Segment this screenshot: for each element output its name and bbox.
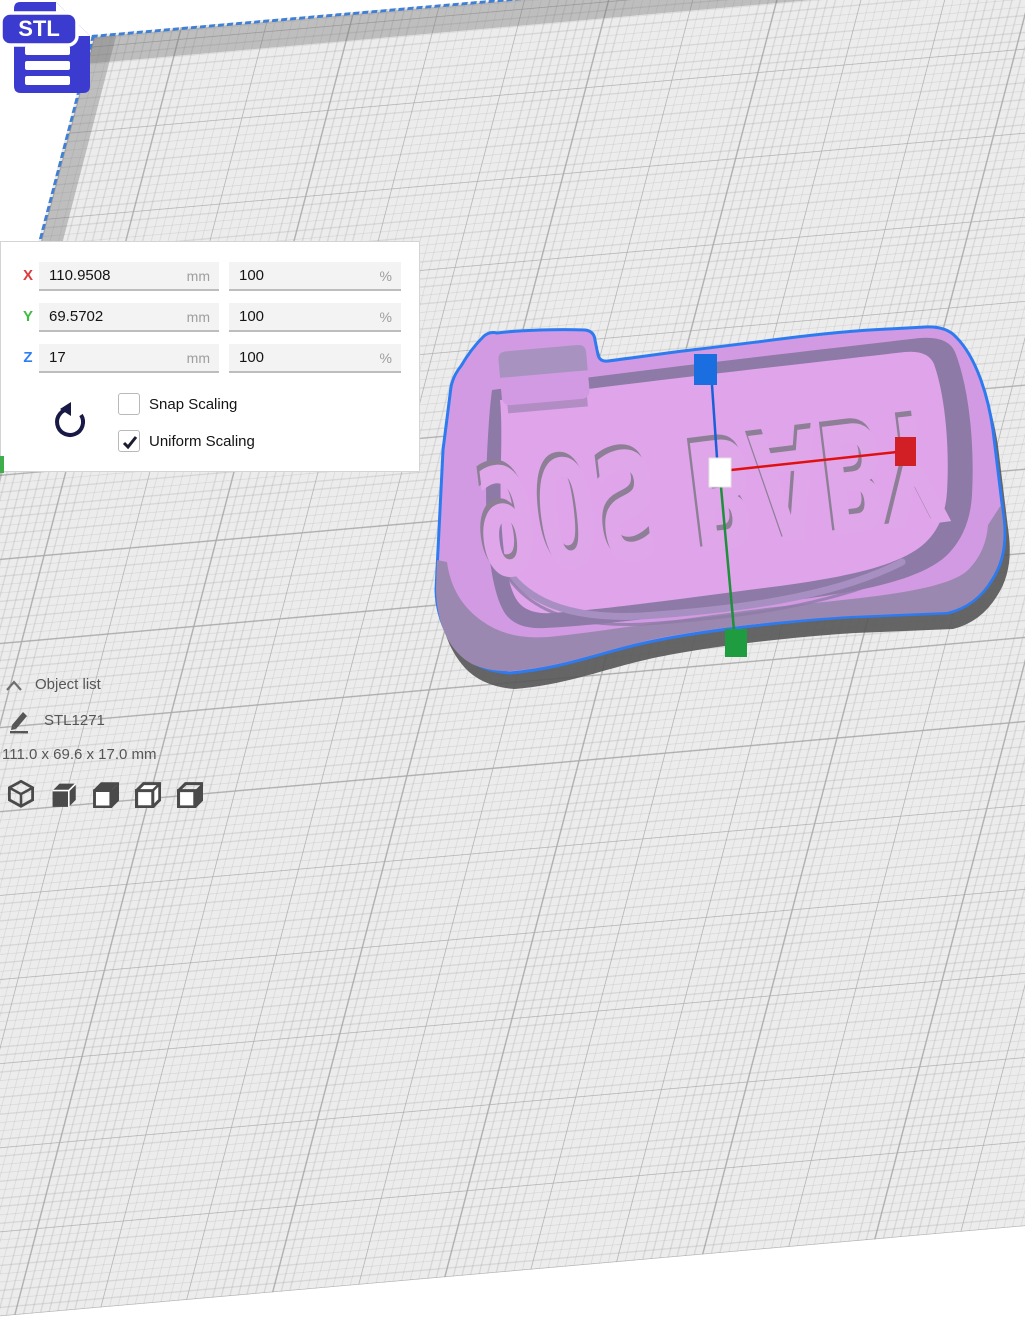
uniform-scaling-checkbox[interactable] [118, 430, 140, 452]
cube-solid-icon [49, 779, 77, 808]
uniform-scaling-label: Uniform Scaling [149, 433, 255, 450]
z-size-input[interactable] [39, 344, 219, 371]
view-3d-button[interactable] [7, 779, 35, 808]
snap-scaling-label: Snap Scaling [149, 396, 237, 413]
reset-scale-button[interactable] [49, 402, 89, 442]
x-size-input[interactable] [39, 262, 219, 289]
scale-handle-y[interactable] [725, 629, 747, 657]
view-left-side-button[interactable] [133, 779, 161, 808]
cube-right-filled-icon [175, 779, 203, 808]
scale-tool-panel: X mm % Y mm % Z mm % [0, 241, 420, 472]
cube-top-filled-icon [91, 779, 119, 808]
y-axis-label: Y [21, 308, 35, 325]
z-percent-input[interactable] [229, 344, 401, 371]
object-list-panel: Object list STL1271 111.0 x 69.6 x 17.0 … [0, 672, 280, 808]
scale-handle-center[interactable] [709, 458, 731, 487]
cube-iso-icon [7, 779, 35, 808]
object-list-title: Object list [35, 676, 101, 693]
object-list-header[interactable]: Object list [0, 672, 280, 698]
checkmark-icon [121, 433, 139, 451]
model-tab [498, 344, 591, 413]
pencil-icon [8, 710, 32, 734]
view-right-side-button[interactable] [175, 779, 203, 808]
cube-outline-icon [133, 779, 161, 808]
origin-axis-marker [0, 456, 4, 473]
z-axis-label: Z [21, 349, 35, 366]
scale-handle-x[interactable] [895, 437, 916, 466]
view-top-button[interactable] [91, 779, 119, 808]
view-front-button[interactable] [49, 779, 77, 808]
stl-badge-label: STL [18, 16, 60, 41]
reset-icon [49, 402, 89, 442]
chevron-up-icon [5, 678, 23, 693]
y-percent-input[interactable] [229, 303, 401, 330]
object-dimensions: 111.0 x 69.6 x 17.0 mm [2, 746, 282, 763]
scale-handle-z[interactable] [694, 354, 717, 385]
snap-scaling-checkbox[interactable] [118, 393, 140, 415]
object-item-name: STL1271 [44, 712, 105, 729]
x-axis-label: X [21, 267, 35, 284]
object-list-item[interactable]: STL1271 [0, 708, 280, 738]
stl-file-icon: STL [0, 0, 100, 100]
x-percent-input[interactable] [229, 262, 401, 289]
camera-view-presets [7, 779, 287, 808]
y-size-input[interactable] [39, 303, 219, 330]
